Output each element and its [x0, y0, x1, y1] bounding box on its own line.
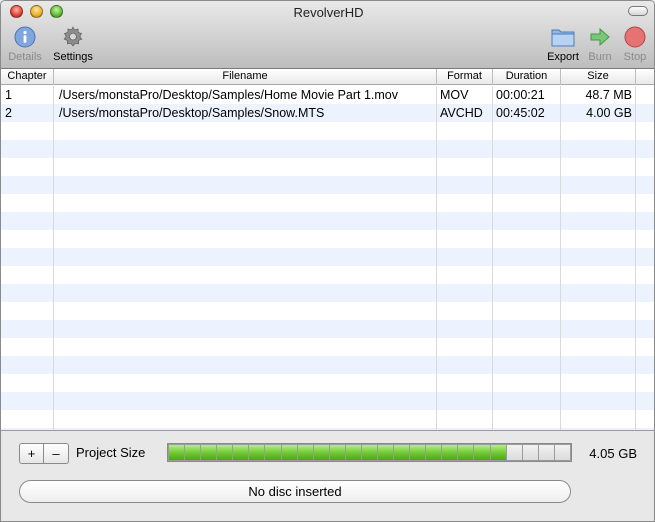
meter-segment-filled [426, 445, 442, 460]
meter-segment-empty [554, 445, 570, 460]
stop-label: Stop [623, 51, 647, 63]
column-divider [492, 86, 493, 430]
toolbar-toggle-button[interactable] [628, 6, 648, 16]
column-divider [436, 86, 437, 430]
app-window: RevolverHD Details Settings Export Burn … [0, 0, 655, 522]
meter-segment-filled [313, 445, 329, 460]
column-header-filename[interactable]: Filename [54, 69, 437, 85]
table-row[interactable]: 2 /Users/monstaPro/Desktop/Samples/Snow.… [1, 104, 654, 122]
meter-segment-filled [249, 445, 265, 460]
cell-chapter: 1 [5, 88, 12, 102]
settings-button[interactable]: Settings [51, 25, 95, 63]
meter-segment-filled [361, 445, 378, 460]
column-header-chapter[interactable]: Chapter [1, 69, 54, 85]
column-header-size[interactable]: Size [561, 69, 636, 85]
table-body: 1 /Users/monstaPro/Desktop/Samples/Home … [1, 86, 654, 430]
column-divider [560, 86, 561, 430]
add-chapter-button[interactable]: + [19, 443, 44, 464]
details-label: Details [8, 51, 42, 63]
meter-segment-filled [201, 445, 217, 460]
meter-segment-filled [185, 445, 201, 460]
stop-button[interactable]: Stop [620, 25, 650, 63]
cell-size: 48.7 MB [585, 88, 632, 102]
column-divider [635, 86, 636, 430]
gear-icon [60, 25, 86, 49]
meter-segment-filled [458, 445, 474, 460]
burn-button[interactable]: Burn [585, 25, 615, 63]
column-divider [53, 86, 54, 430]
meter-segment-filled [442, 445, 458, 460]
info-icon [12, 25, 38, 49]
meter-segment-empty [506, 445, 522, 460]
settings-label: Settings [53, 51, 93, 63]
details-button[interactable]: Details [7, 25, 43, 63]
table-header: Chapter Filename Format Duration Size [1, 69, 654, 85]
meter-segment-filled [217, 445, 233, 460]
column-header-spacer [636, 69, 654, 85]
project-size-value: 4.05 GB [589, 446, 637, 461]
column-header-duration[interactable]: Duration [493, 69, 561, 85]
stop-icon [622, 25, 648, 49]
cell-format: MOV [440, 88, 469, 102]
cell-size: 4.00 GB [586, 106, 632, 120]
remove-chapter-button[interactable]: – [44, 443, 69, 464]
disc-status-field: No disc inserted [19, 480, 571, 503]
meter-segment-filled [345, 445, 361, 460]
meter-segment-filled [410, 445, 426, 460]
meter-segment-filled [169, 445, 185, 460]
meter-segment-filled [297, 445, 313, 460]
meter-segment-filled [281, 445, 297, 460]
cell-format: AVCHD [440, 106, 483, 120]
meter-segment-filled [265, 445, 281, 460]
cell-filename: /Users/monstaPro/Desktop/Samples/Home Mo… [59, 88, 399, 102]
table-row[interactable]: 1 /Users/monstaPro/Desktop/Samples/Home … [1, 86, 654, 104]
meter-segment-filled [394, 445, 410, 460]
project-size-label: Project Size [76, 445, 146, 460]
meter-segment-filled [490, 445, 506, 460]
meter-segment-filled [378, 445, 394, 460]
burn-label: Burn [588, 51, 612, 63]
meter-segment-filled [233, 445, 249, 460]
export-button[interactable]: Export [545, 25, 581, 63]
title-toolbar: RevolverHD Details Settings Export Burn … [1, 1, 654, 69]
meter-segment-filled [474, 445, 490, 460]
cell-chapter: 2 [5, 106, 12, 120]
cell-filename: /Users/monstaPro/Desktop/Samples/Snow.MT… [59, 106, 325, 120]
meter-segment-empty [522, 445, 538, 460]
arrow-right-icon [587, 25, 613, 49]
cell-duration: 00:45:02 [496, 106, 545, 120]
cell-duration: 00:00:21 [496, 88, 545, 102]
meter-segment-filled [329, 445, 345, 460]
export-label: Export [547, 51, 579, 63]
folder-icon [550, 25, 576, 49]
project-panel: + – Project Size 4.05 GB No disc inserte… [1, 432, 654, 521]
project-size-meter [167, 443, 572, 462]
chapter-table[interactable]: Chapter Filename Format Duration Size 1 … [1, 69, 654, 431]
meter-segment-empty [538, 445, 554, 460]
window-title: RevolverHD [293, 5, 364, 20]
column-header-format[interactable]: Format [437, 69, 493, 85]
